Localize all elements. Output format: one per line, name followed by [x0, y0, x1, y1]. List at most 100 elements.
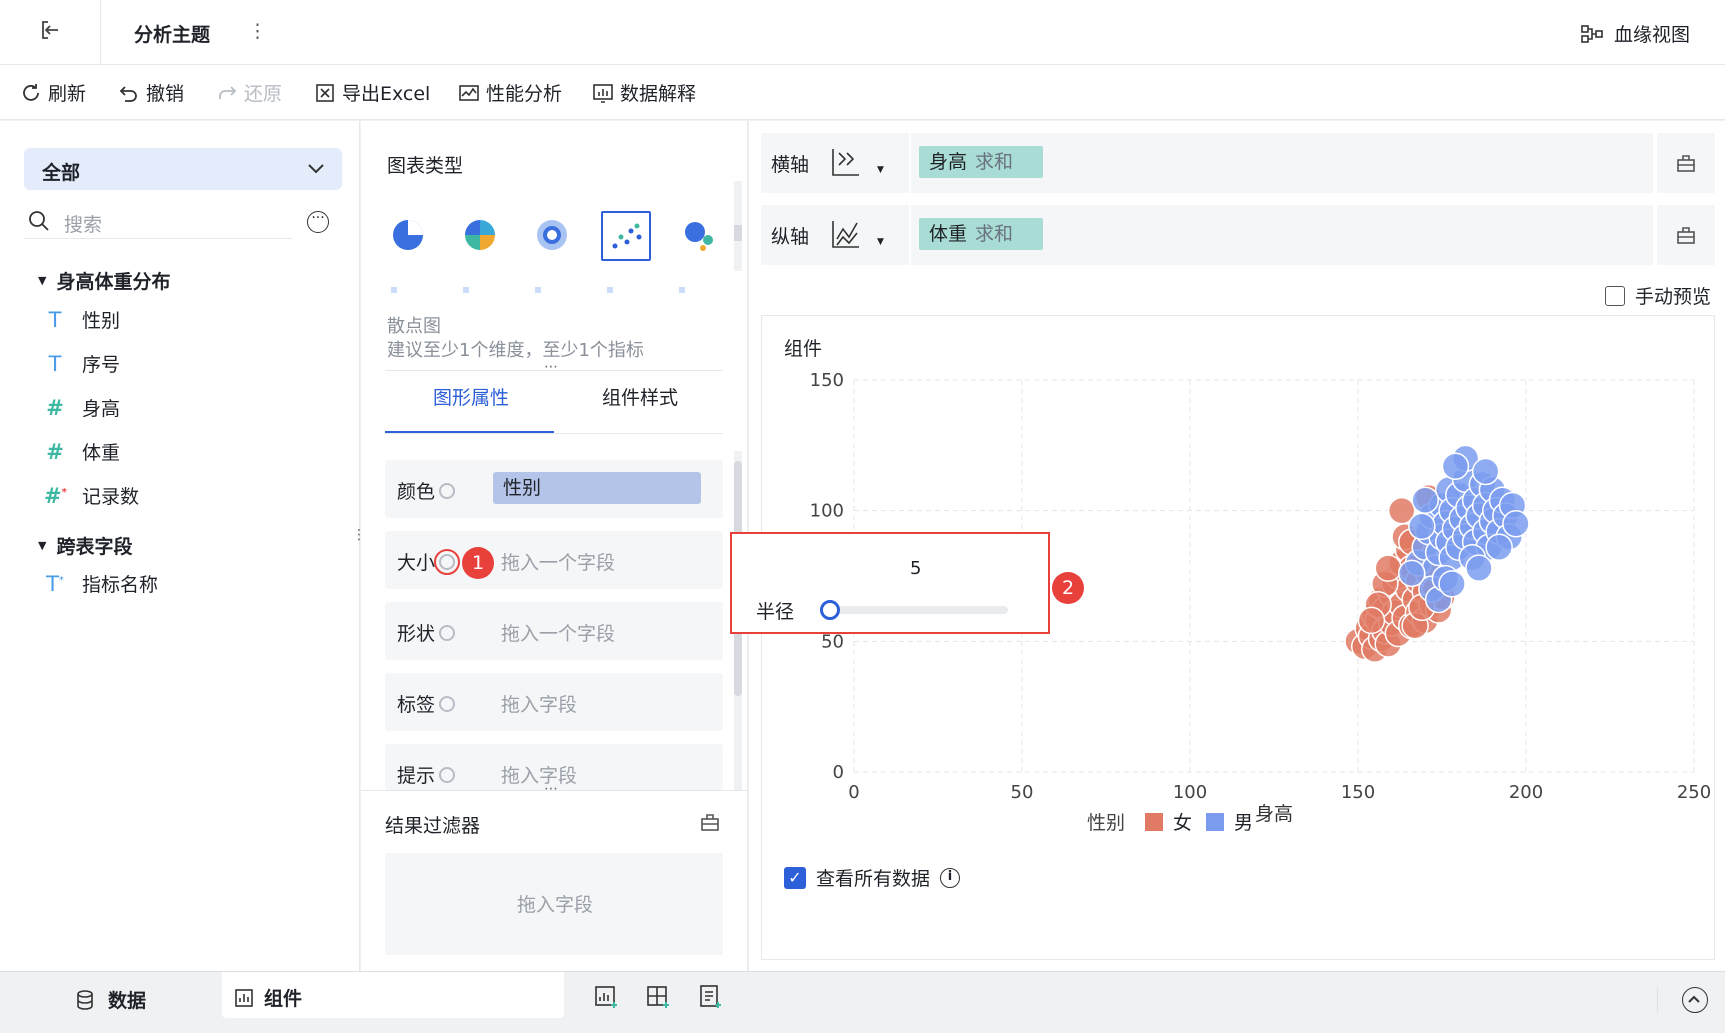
scatter-chart-type-selected[interactable] [601, 211, 651, 261]
drag-handle[interactable]: ⋯ [544, 781, 558, 797]
search-box[interactable]: 搜索 [24, 203, 292, 239]
manual-preview-checkbox[interactable] [1605, 285, 1625, 306]
filter-settings-icon[interactable] [699, 811, 721, 833]
add-text-component-icon[interactable] [698, 984, 724, 1010]
exit-icon[interactable] [38, 18, 62, 42]
label-drop-zone[interactable]: 拖入字段 [501, 690, 577, 717]
info-icon[interactable]: i [940, 867, 961, 888]
performance-button[interactable]: 性能分析 [458, 79, 562, 106]
y-axis-settings[interactable] [1657, 205, 1715, 265]
more-options-icon[interactable]: ··· [307, 211, 329, 233]
export-excel-button[interactable]: 导出Excel [314, 79, 430, 106]
pie-chart-type-icon[interactable] [391, 218, 425, 252]
view-all-data-toggle[interactable]: ✓ 查看所有数据 i [784, 864, 961, 891]
scatter-chart-type-icon [612, 223, 642, 249]
chart-type-scrollbar[interactable] [734, 181, 742, 271]
view-all-checkbox[interactable]: ✓ [784, 866, 806, 889]
x-tick-label: 250 [1677, 782, 1711, 803]
shape-property-label: 形状 [397, 619, 456, 646]
refresh-button[interactable]: 刷新 [20, 79, 86, 106]
scatter-point[interactable] [1357, 606, 1386, 635]
size-drop-zone[interactable]: 拖入一个字段 [501, 548, 615, 575]
calculated-number-field-icon: #* [44, 483, 67, 508]
x-axis-field-pill[interactable]: 身高 求和 [919, 146, 1044, 178]
filter-drop-zone[interactable]: 拖入字段 [385, 853, 723, 955]
scatter-point[interactable] [1441, 452, 1470, 480]
annotation-badge-1: 1 [462, 547, 494, 579]
x-axis-title: 身高 [1255, 803, 1293, 825]
field-item[interactable]: # 体重 [44, 438, 120, 465]
shape-drop-zone[interactable]: 拖入一个字段 [501, 619, 615, 646]
shape-property-row[interactable]: 形状 拖入一个字段 [385, 602, 723, 660]
field-item[interactable]: T 序号 [44, 350, 120, 377]
chart-config-panel: 图表类型 散点图 建议至少1个维度，至少1个指标 ⋯ 图形属性 组件样式 颜色 … [361, 121, 748, 971]
undo-icon [119, 85, 137, 102]
field-label: 体重 [82, 442, 121, 464]
add-table-component-icon[interactable] [646, 984, 672, 1010]
data-explain-button[interactable]: 数据解释 [592, 79, 696, 106]
scatter-point[interactable] [1374, 554, 1402, 582]
lineage-button[interactable]: 血缘视图 [1580, 20, 1690, 47]
drag-handle[interactable]: ⋯ [544, 359, 558, 375]
tab-component-style[interactable]: 组件样式 [602, 383, 678, 410]
more-icon[interactable]: ⋮ [248, 20, 267, 42]
gear-icon[interactable] [434, 548, 461, 575]
manual-preview-toggle[interactable]: 手动预览 [1605, 282, 1711, 309]
field-label: 指标名称 [82, 574, 159, 596]
caret-down-icon[interactable]: ▼ [877, 237, 884, 247]
table-dropdown[interactable]: 全部 [24, 148, 342, 190]
caret-down-icon[interactable]: ▼ [877, 165, 884, 175]
data-explain-label: 数据解释 [620, 83, 697, 105]
scatter-point[interactable] [1502, 509, 1530, 538]
x-axis-type-icon[interactable] [829, 145, 863, 179]
scatter-point[interactable] [1465, 554, 1493, 582]
tooltip-drop-zone[interactable]: 拖入字段 [501, 761, 577, 788]
table-group-name: 身高体重分布 [56, 271, 171, 293]
gear-icon[interactable] [439, 766, 456, 783]
field-label: 记录数 [82, 486, 140, 508]
field-item[interactable]: T 性别 [44, 306, 120, 333]
scatter-point[interactable] [1398, 559, 1426, 588]
scatter-point[interactable] [1485, 533, 1513, 562]
component-tab[interactable]: 组件 [222, 972, 564, 1018]
scatter-point[interactable] [1438, 570, 1466, 598]
scatter-point[interactable] [1411, 486, 1439, 514]
redo-button[interactable]: 还原 [216, 79, 282, 106]
label-property-row[interactable]: 标签 拖入字段 [385, 673, 723, 731]
y-axis-field-pill[interactable]: 体重 求和 [919, 218, 1044, 250]
table-group-header[interactable]: ▼ 身高体重分布 [38, 267, 170, 294]
undo-button[interactable]: 撤销 [118, 79, 184, 106]
x-axis-settings[interactable] [1657, 133, 1715, 193]
x-axis-label-box[interactable]: 横轴 ▼ [761, 133, 909, 193]
tab-graphic-properties[interactable]: 图形属性 [433, 383, 509, 410]
field-item[interactable]: #* 记录数 [44, 482, 139, 509]
y-axis-type-icon[interactable] [829, 217, 863, 251]
gear-icon[interactable] [439, 695, 456, 712]
color-property-row[interactable]: 颜色 性别 [385, 460, 723, 518]
ring-chart-type-icon[interactable] [535, 218, 569, 252]
size-property-row[interactable]: 大小 拖入一个字段 [385, 531, 723, 589]
data-tab[interactable]: 数据 [74, 986, 146, 1013]
add-chart-component-icon[interactable] [594, 984, 620, 1010]
cross-table-group-header[interactable]: ▼ 跨表字段 [38, 532, 132, 559]
color-field-pill[interactable]: 性别 [493, 472, 701, 504]
gear-icon[interactable] [439, 482, 456, 499]
collapse-up-icon[interactable] [1682, 987, 1708, 1013]
legend-swatch-female[interactable] [1145, 812, 1164, 831]
y-axis-drop-zone[interactable]: 体重 求和 [911, 205, 1653, 265]
radius-slider-track[interactable] [822, 606, 1008, 614]
x-tick-label: 100 [1173, 782, 1207, 803]
x-axis-drop-zone[interactable]: 身高 求和 [911, 133, 1653, 193]
field-item[interactable]: T* 指标名称 [44, 570, 158, 597]
multi-pie-chart-type-icon[interactable] [463, 218, 497, 252]
scatter-point[interactable] [1471, 457, 1500, 486]
legend-swatch-male[interactable] [1206, 812, 1225, 831]
y-axis-label-box[interactable]: 纵轴 ▼ [761, 205, 909, 265]
gear-icon[interactable] [439, 624, 456, 641]
x-tick-label: 200 [1509, 782, 1543, 803]
field-item[interactable]: # 身高 [44, 394, 120, 421]
scatter-point[interactable] [1408, 512, 1436, 541]
bubble-chart-type-icon[interactable] [681, 218, 715, 252]
radius-slider-thumb[interactable] [820, 600, 840, 620]
search-input[interactable]: 搜索 [64, 210, 102, 237]
